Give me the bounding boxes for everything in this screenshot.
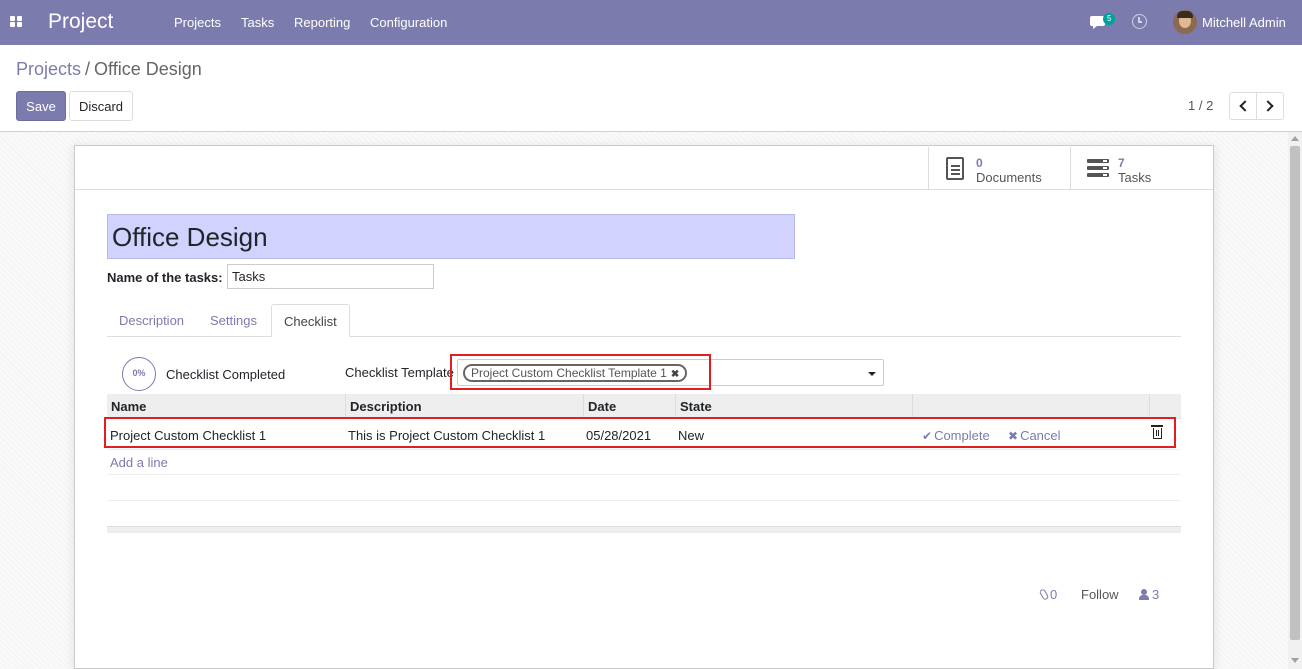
row-highlight-box bbox=[104, 417, 1176, 448]
tasks-label: Tasks bbox=[1118, 170, 1152, 185]
attachments-button[interactable]: 0 bbox=[1038, 587, 1058, 602]
tab-settings[interactable]: Settings bbox=[198, 304, 269, 337]
documents-count: 0 bbox=[976, 156, 983, 170]
documents-stat-button[interactable]: 0 Documents bbox=[928, 147, 1070, 190]
user-icon bbox=[1139, 589, 1149, 600]
column-actions bbox=[912, 394, 1149, 419]
button-box-divider bbox=[75, 189, 1213, 190]
save-button[interactable]: Save bbox=[16, 91, 66, 121]
scroll-down-icon[interactable] bbox=[1291, 658, 1299, 663]
checklist-template-label: Checklist Template bbox=[345, 365, 454, 380]
tab-description[interactable]: Description bbox=[107, 304, 196, 337]
documents-label: Documents bbox=[976, 170, 1042, 185]
menu-tasks[interactable]: Tasks bbox=[241, 15, 274, 30]
menu-reporting[interactable]: Reporting bbox=[294, 15, 350, 30]
checklist-completed-label: Checklist Completed bbox=[166, 367, 286, 382]
breadcrumb-separator: / bbox=[85, 59, 91, 79]
checklist-progress-circle: 0% bbox=[122, 357, 156, 391]
user-avatar[interactable] bbox=[1173, 10, 1197, 34]
menu-configuration[interactable]: Configuration bbox=[370, 15, 447, 30]
column-state[interactable]: State bbox=[675, 394, 912, 419]
app-brand[interactable]: Project bbox=[48, 10, 113, 34]
messages-count-badge: 5 bbox=[1103, 13, 1116, 25]
empty-table-row bbox=[107, 474, 1181, 501]
tasks-count: 7 bbox=[1118, 156, 1125, 170]
column-name[interactable]: Name bbox=[107, 394, 345, 419]
column-date[interactable]: Date bbox=[583, 394, 675, 419]
menu-projects[interactable]: Projects bbox=[174, 15, 221, 30]
dropdown-caret-icon[interactable] bbox=[868, 372, 876, 376]
tasks-icon bbox=[1087, 159, 1109, 177]
attachments-count: 0 bbox=[1050, 587, 1058, 602]
breadcrumb-current: Office Design bbox=[94, 59, 202, 79]
file-text-icon bbox=[946, 157, 964, 180]
followers-count: 3 bbox=[1152, 587, 1160, 602]
column-description[interactable]: Description bbox=[345, 394, 583, 419]
checklist-table-header: Name Description Date State bbox=[107, 394, 1181, 419]
column-delete bbox=[1149, 394, 1181, 419]
discard-button[interactable]: Discard bbox=[69, 91, 133, 121]
scroll-up-icon[interactable] bbox=[1291, 136, 1299, 141]
followers-button[interactable]: 3 bbox=[1139, 587, 1159, 602]
paperclip-icon bbox=[1038, 588, 1050, 601]
tabs-divider bbox=[107, 336, 1181, 337]
breadcrumb-projects[interactable]: Projects bbox=[16, 59, 81, 79]
pager-previous-button[interactable] bbox=[1229, 92, 1257, 120]
tasks-name-label: Name of the tasks: bbox=[107, 270, 223, 285]
tab-checklist[interactable]: Checklist bbox=[271, 304, 350, 337]
scrollbar-thumb[interactable] bbox=[1290, 146, 1300, 640]
table-footer bbox=[107, 526, 1181, 533]
top-navbar: Project Projects Tasks Reporting Configu… bbox=[0, 0, 1302, 45]
tasks-stat-button[interactable]: 7 Tasks bbox=[1070, 147, 1213, 190]
add-line-link[interactable]: Add a line bbox=[110, 455, 168, 470]
tasks-name-input[interactable]: Tasks bbox=[227, 264, 434, 289]
apps-menu-icon[interactable] bbox=[10, 16, 23, 28]
follow-button[interactable]: Follow bbox=[1081, 587, 1119, 602]
activity-clock-icon[interactable] bbox=[1132, 14, 1147, 29]
pager-value[interactable]: 1 / 2 bbox=[1188, 98, 1213, 113]
template-highlight-box bbox=[450, 354, 711, 390]
pager-next-button[interactable] bbox=[1256, 92, 1284, 120]
vertical-scrollbar[interactable] bbox=[1288, 132, 1302, 669]
project-name-input[interactable]: Office Design bbox=[107, 214, 795, 259]
chevron-right-icon bbox=[1262, 100, 1274, 112]
breadcrumb: Projects / Office Design bbox=[16, 59, 202, 80]
chevron-left-icon bbox=[1239, 100, 1251, 112]
user-menu[interactable]: Mitchell Admin bbox=[1202, 15, 1286, 30]
